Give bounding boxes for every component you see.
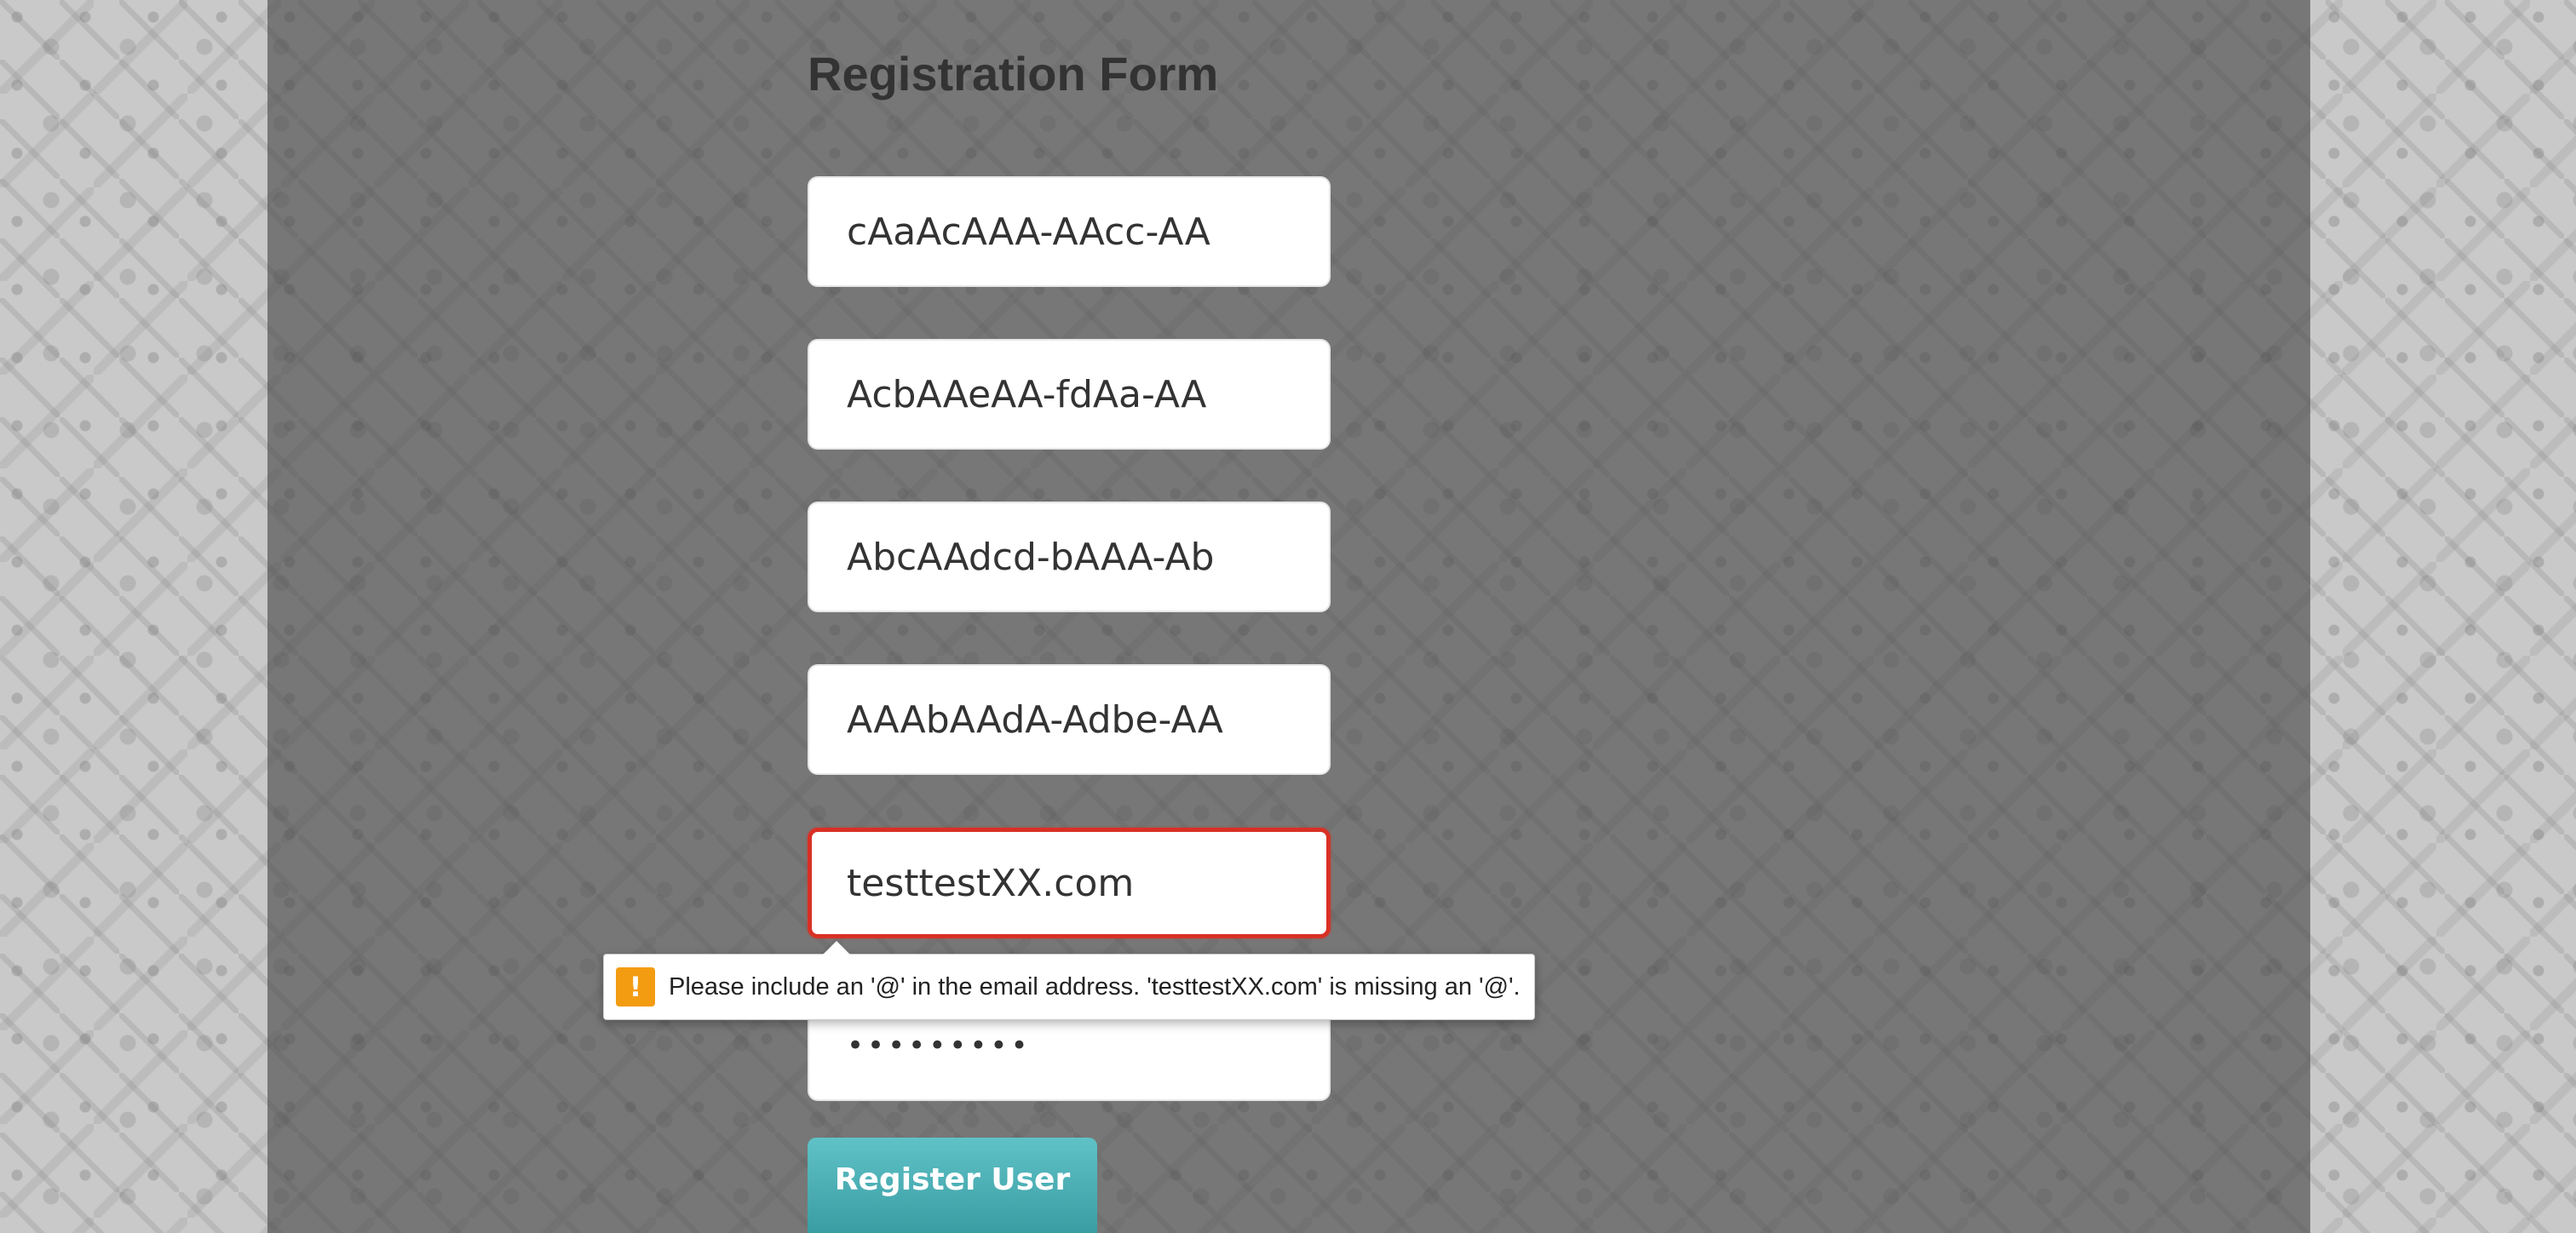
field-1-input[interactable] (808, 176, 1331, 287)
email-field[interactable] (808, 828, 1331, 938)
warning-icon: ! (616, 967, 655, 1006)
validation-message: Please include an '@' in the email addre… (669, 972, 1521, 1001)
validation-tooltip: ! Please include an '@' in the email add… (603, 941, 1535, 1020)
tooltip-arrow (823, 941, 850, 955)
field-3-input[interactable] (808, 502, 1331, 612)
form-title: Registration Form (808, 47, 1219, 100)
register-user-button[interactable]: Register User (808, 1138, 1097, 1233)
field-4-input[interactable] (808, 664, 1331, 775)
field-2-input[interactable] (808, 339, 1331, 450)
